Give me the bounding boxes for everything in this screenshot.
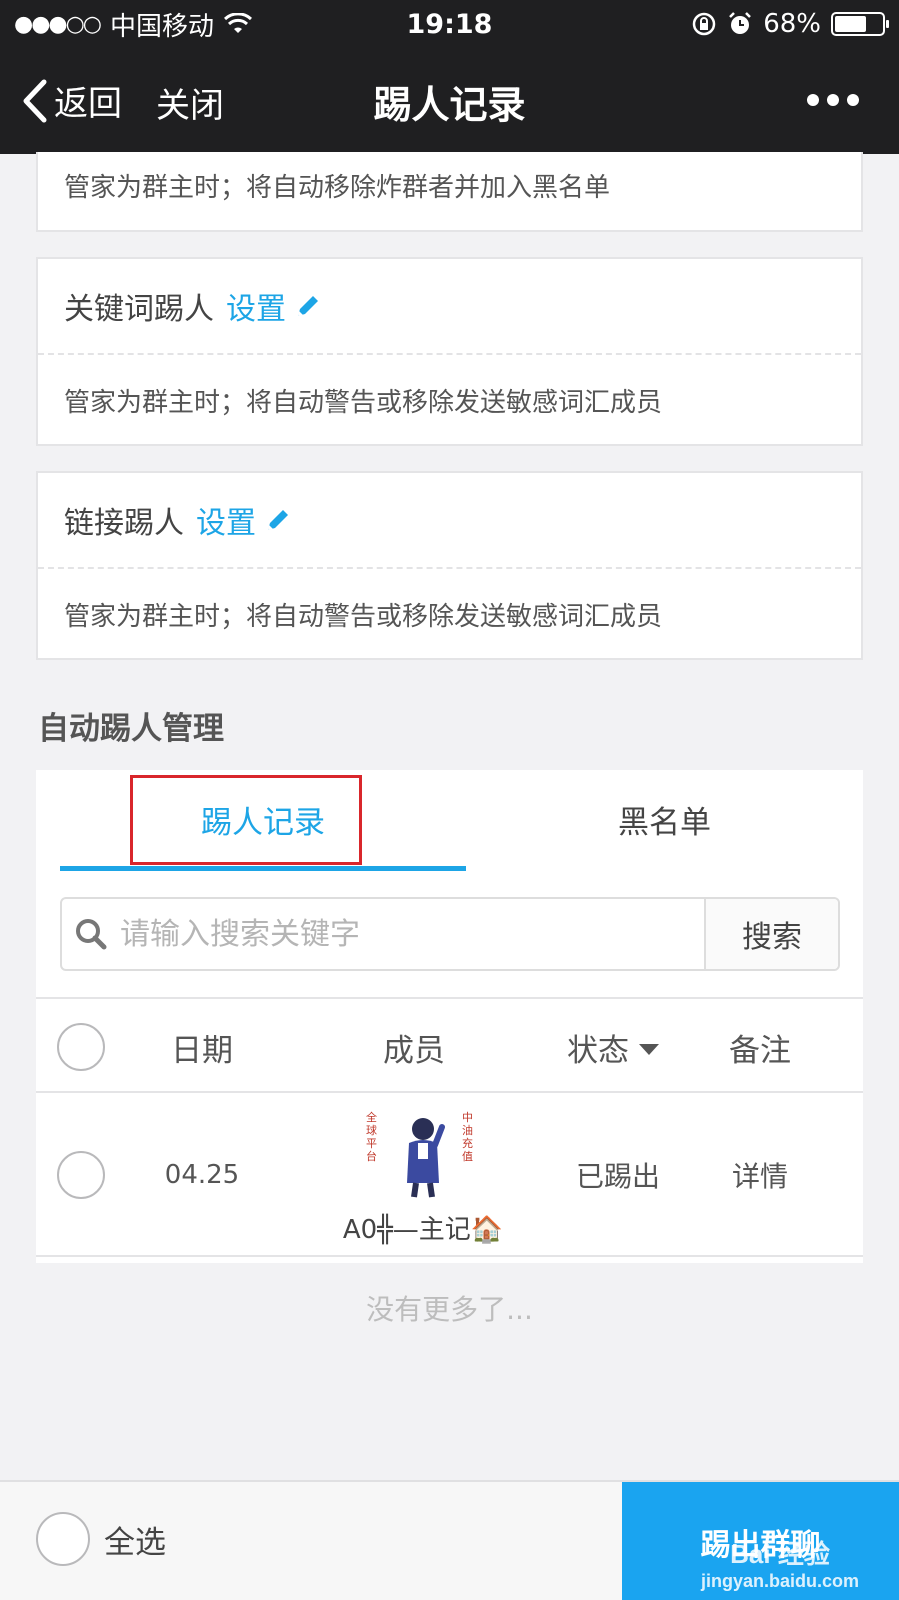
status-right: 68% <box>691 9 889 39</box>
column-header-member: 成员 <box>383 1032 445 1069</box>
row-radio[interactable] <box>57 1151 105 1199</box>
row-detail-link[interactable]: 详情 <box>702 1093 818 1257</box>
row-date: 04.25 <box>164 1160 240 1190</box>
search-input[interactable] <box>120 916 704 952</box>
carrier-label: 中国移动 <box>109 11 214 42</box>
row-status: 已踢出 <box>575 1160 660 1193</box>
page-title: 踢人记录 <box>373 83 526 127</box>
avatar-text-left: 全球平台 <box>366 1110 377 1163</box>
status-left: ●●●○○ 中国移动 <box>14 6 252 43</box>
more-dot-icon <box>847 94 859 106</box>
more-dot-icon <box>827 94 839 106</box>
footer-bar: 全选 踢出群聊 Bai 经验 jingyan.baidu.com <box>0 1480 899 1600</box>
active-tab-underline <box>60 866 466 871</box>
pencil-icon <box>298 296 318 316</box>
link-kick-title: 链接踢人 <box>64 506 184 541</box>
tab-blacklist[interactable]: 黑名单 <box>466 770 863 868</box>
bomb-kick-desc: 管家为群主时；将自动移除炸群者并加入黑名单 <box>64 172 611 203</box>
kick-out-button[interactable]: 踢出群聊 Bai 经验 jingyan.baidu.com <box>622 1482 899 1600</box>
keyword-kick-card: 关键词踢人 设置 管家为群主时；将自动警告或移除发送敏感词汇成员 <box>36 257 863 446</box>
search-button[interactable]: 搜索 <box>704 899 838 969</box>
column-header-note: 备注 <box>729 1032 791 1069</box>
select-all-radio[interactable] <box>36 1512 90 1566</box>
row-member-name: A0╬—主记🏠 <box>342 1214 504 1245</box>
link-kick-settings-label: 设置 <box>196 506 256 541</box>
link-kick-settings-link[interactable]: 设置 <box>196 498 292 542</box>
wifi-icon <box>224 13 252 33</box>
pencil-icon <box>268 510 288 530</box>
signal-icon: ●●●○○ <box>14 11 102 37</box>
chevron-left-icon <box>23 79 47 122</box>
avatar-text-right: 中油充值 <box>462 1110 473 1163</box>
bomb-kick-card: 管家为群主时；将自动移除炸群者并加入黑名单 <box>36 152 863 232</box>
alarm-icon <box>729 12 752 34</box>
keyword-settings-link[interactable]: 设置 <box>226 284 322 328</box>
no-more-text: 没有更多了... <box>366 1293 533 1326</box>
search-box: 搜索 <box>60 897 840 971</box>
select-all-rows-cell <box>56 999 106 1095</box>
more-button[interactable] <box>807 94 859 106</box>
keyword-kick-title: 关键词踢人 <box>64 292 214 327</box>
table-header: 日期 成员 状态 备注 <box>36 997 863 1093</box>
keyword-kick-desc: 管家为群主时；将自动警告或移除发送敏感词汇成员 <box>64 388 663 418</box>
back-button[interactable]: 返回 <box>22 76 122 125</box>
column-header-date: 日期 <box>171 1032 233 1069</box>
watermark-url: jingyan.baidu.com <box>700 1571 859 1591</box>
avatar-image <box>390 1108 456 1199</box>
tab-kick-records[interactable]: 踢人记录 <box>60 770 466 868</box>
row-select-cell <box>56 1093 106 1257</box>
search-input-wrap <box>62 899 704 969</box>
select-all-control[interactable]: 全选 <box>36 1512 166 1566</box>
battery-fill <box>835 16 867 32</box>
back-label: 返回 <box>54 84 122 124</box>
more-dot-icon <box>807 94 819 106</box>
keyword-kick-header: 关键词踢人 设置 <box>38 259 861 353</box>
close-button[interactable]: 关闭 <box>156 78 224 127</box>
status-bar: ●●●○○ 中国移动 19:18 68% <box>0 0 899 48</box>
search-icon <box>76 919 107 950</box>
caret-down-icon <box>639 1043 659 1055</box>
rotation-lock-icon <box>692 12 716 36</box>
link-kick-desc: 管家为群主时；将自动警告或移除发送敏感词汇成员 <box>64 602 663 632</box>
link-kick-header: 链接踢人 设置 <box>38 473 861 567</box>
keyword-settings-label: 设置 <box>226 292 286 327</box>
battery-percent: 68% <box>763 9 821 39</box>
link-kick-card: 链接踢人 设置 管家为群主时；将自动警告或移除发送敏感词汇成员 <box>36 471 863 660</box>
row-member-cell: 全球平台 中油充值 A0╬—主记🏠 <box>328 1107 518 1247</box>
section-title: 自动踢人管理 <box>38 711 224 747</box>
header-radio[interactable] <box>57 1023 105 1071</box>
nav-bar: 返回 关闭 踢人记录 <box>0 48 899 154</box>
column-header-status[interactable]: 状态 <box>548 999 678 1095</box>
kick-out-label: 踢出群聊 <box>700 1528 821 1563</box>
battery-icon <box>831 12 889 36</box>
column-header-status-label: 状态 <box>567 1032 629 1069</box>
kick-management-panel: 踢人记录 黑名单 搜索 日期 成员 状态 备注 04.25 <box>36 770 863 1263</box>
select-all-label: 全选 <box>104 1524 166 1561</box>
table-row: 04.25 全球平台 中油充值 A0╬—主记🏠 已踢出 详情 <box>36 1093 863 1257</box>
avatar: 全球平台 中油充值 <box>366 1108 473 1199</box>
